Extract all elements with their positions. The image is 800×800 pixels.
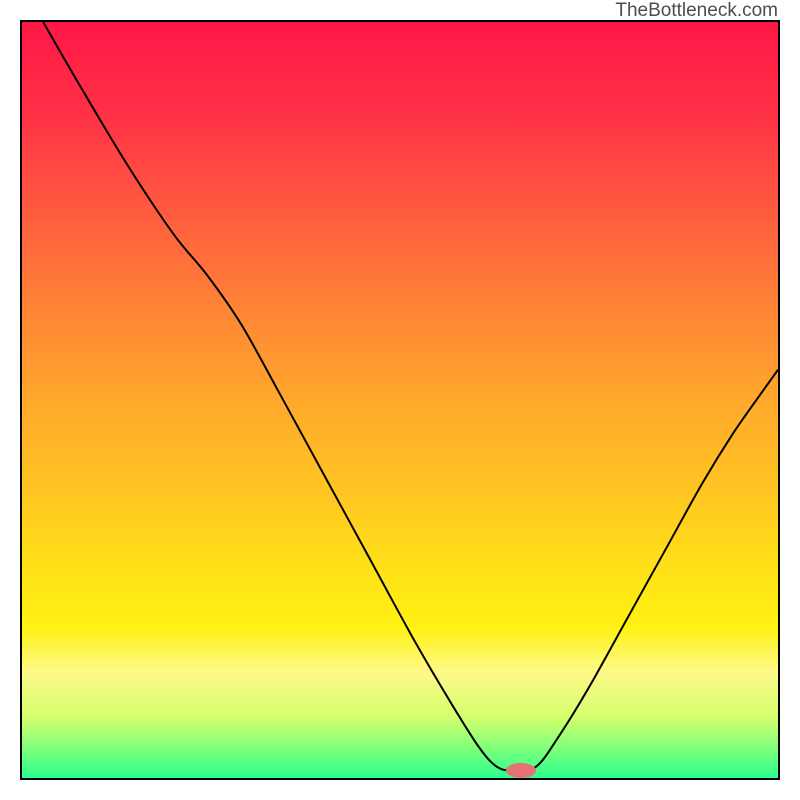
attribution-caption: TheBottleneck.com: [615, 0, 778, 22]
chart-svg: [22, 22, 778, 778]
gradient-background: [22, 22, 778, 778]
optimum-marker: [506, 763, 536, 778]
chart-frame: TheBottleneck.com: [0, 0, 800, 800]
plot-area: [20, 20, 780, 780]
